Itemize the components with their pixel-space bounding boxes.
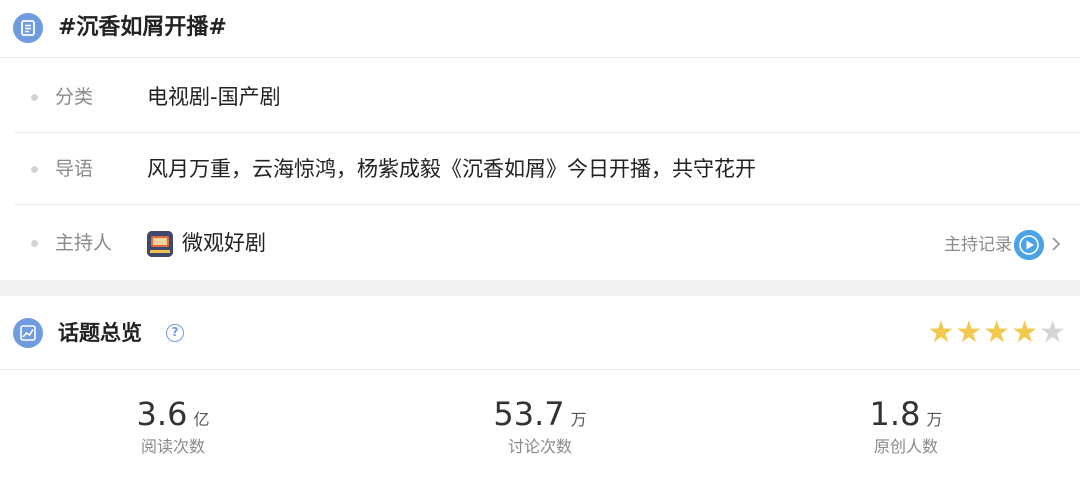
- host-record-link[interactable]: 主持记录: [944, 230, 1044, 260]
- intro-value: 风月万重，云海惊鸿，杨紫成毅《沉香如屑》今日开播，共守花开: [147, 157, 756, 181]
- star-filled-icon: ★: [1011, 315, 1039, 350]
- topic-info-card: #沉香如屑开播# 分类 电视剧-国产剧 导语 风月万重，云海惊鸿，杨紫成毅《沉香…: [0, 0, 1080, 280]
- category-value: 电视剧-国产剧: [147, 85, 281, 109]
- host-avatar[interactable]: [147, 231, 173, 257]
- stat-value: 1.8: [869, 395, 921, 433]
- stat-unit: 亿: [193, 410, 210, 429]
- overview-title: 话题总览: [58, 321, 142, 345]
- chart-icon: [13, 318, 43, 348]
- chevron-right-icon[interactable]: [1046, 234, 1066, 254]
- stat-unit: 万: [926, 410, 943, 429]
- stat-read-count: 3.6 亿 阅读次数: [93, 394, 253, 458]
- list-icon: [13, 13, 43, 43]
- rating-stars: ★ ★ ★ ★ ★: [926, 318, 1066, 348]
- stat-value: 53.7: [493, 395, 565, 433]
- bullet-dot: [31, 240, 38, 247]
- category-label: 分类: [55, 86, 94, 108]
- overview-header: 话题总览 ? ★ ★ ★ ★ ★: [0, 296, 1080, 370]
- star-filled-icon: ★: [927, 315, 955, 350]
- stat-caption: 原创人数: [873, 437, 938, 456]
- host-name[interactable]: 微观好剧: [182, 228, 266, 258]
- bullet-dot: [31, 94, 38, 101]
- info-row-host[interactable]: 主持人 微观好剧 主持记录: [0, 207, 1080, 279]
- stat-original-count: 1.8 万 原创人数: [826, 394, 986, 458]
- star-filled-icon: ★: [955, 315, 983, 350]
- star-filled-icon: ★: [983, 315, 1011, 350]
- topic-title: #沉香如屑开播#: [58, 15, 227, 40]
- topic-header: #沉香如屑开播#: [0, 0, 1080, 58]
- overview-card: 话题总览 ? ★ ★ ★ ★ ★ 3.6 亿 阅读次数 53.7 万 讨论次数 1.8 万 原…: [0, 296, 1080, 492]
- host-record-label: 主持记录: [944, 235, 1012, 255]
- play-badge-icon: [1014, 230, 1044, 260]
- stat-caption: 讨论次数: [507, 437, 572, 456]
- stat-unit: 万: [570, 410, 587, 429]
- stat-caption: 阅读次数: [140, 437, 205, 456]
- star-empty-icon: ★: [1039, 315, 1066, 350]
- intro-label: 导语: [55, 158, 94, 180]
- info-row-intro: 导语 风月万重，云海惊鸿，杨紫成毅《沉香如屑》今日开播，共守花开: [0, 133, 1080, 205]
- bullet-dot: [31, 166, 38, 173]
- info-row-category: 分类 电视剧-国产剧: [0, 61, 1080, 133]
- stat-value: 3.6: [136, 395, 188, 433]
- help-icon[interactable]: ?: [166, 324, 184, 342]
- host-label: 主持人: [55, 232, 113, 254]
- stat-discussion-count: 53.7 万 讨论次数: [460, 394, 620, 458]
